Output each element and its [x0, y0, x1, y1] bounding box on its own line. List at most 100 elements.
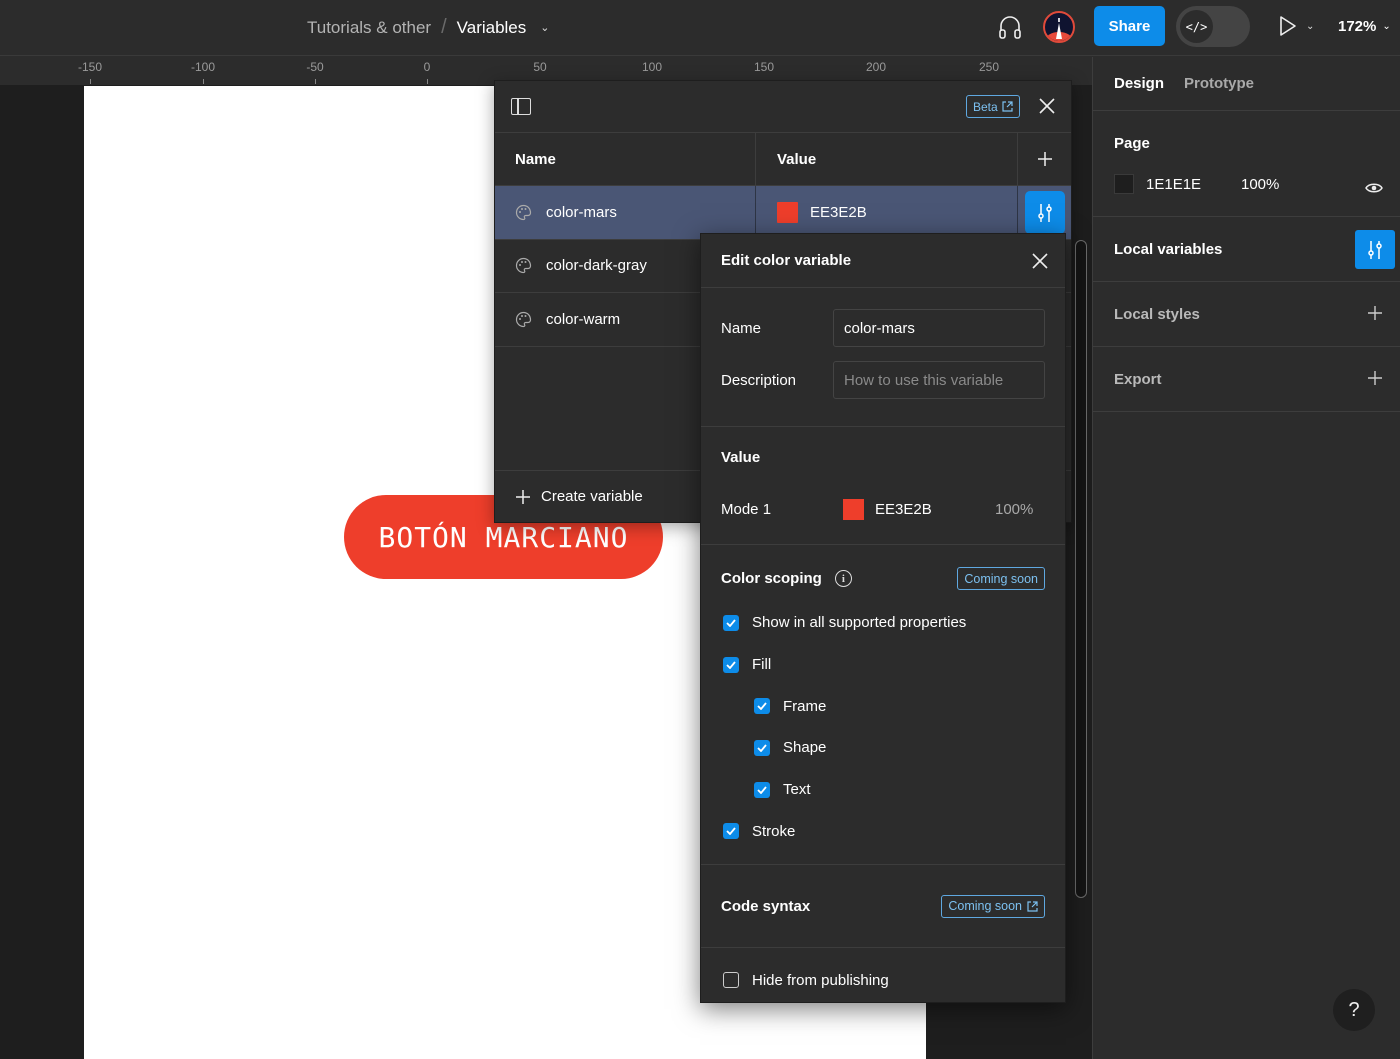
coming-soon-label: Coming soon	[948, 899, 1022, 914]
ruler-tick: -100	[190, 60, 216, 74]
create-variable-label: Create variable	[541, 488, 643, 505]
checkbox-checked[interactable]	[754, 698, 770, 715]
panel-tabs: Design Prototype	[1093, 57, 1400, 111]
sliders-icon	[1038, 203, 1052, 222]
scrollbar[interactable]	[1075, 240, 1087, 898]
value-section-title: Value	[721, 449, 761, 466]
local-styles-section: Local styles	[1093, 282, 1400, 347]
close-icon[interactable]	[1037, 96, 1057, 116]
close-icon[interactable]	[1030, 251, 1050, 271]
ruler-tick: 50	[533, 60, 547, 74]
checkbox-checked[interactable]	[723, 614, 739, 631]
color-scoping-title: Color scoping	[721, 570, 822, 587]
checkbox-checked[interactable]	[754, 739, 770, 756]
export-title: Export	[1114, 370, 1162, 388]
help-button[interactable]: ?	[1333, 989, 1375, 1031]
present-button[interactable]: ⌄	[1278, 15, 1314, 37]
variable-row[interactable]: color-mars EE3E2B	[495, 186, 1071, 240]
code-icon: </>	[1180, 10, 1213, 43]
info-icon[interactable]: i	[834, 570, 852, 587]
code-syntax-coming-soon-link[interactable]: Coming soon	[941, 894, 1045, 918]
page-color-swatch[interactable]	[1114, 174, 1134, 194]
export-section: Export	[1093, 347, 1400, 412]
palette-icon	[515, 311, 532, 327]
description-label: Description	[721, 371, 797, 389]
color-scoping-header: Color scoping i Coming soon	[701, 545, 1065, 590]
checkbox-checked[interactable]	[754, 781, 770, 798]
ruler-tick-mark	[427, 79, 428, 84]
share-button[interactable]: Share	[1094, 6, 1165, 46]
color-swatch[interactable]	[777, 201, 798, 223]
checkbox-label: Fill	[752, 656, 772, 674]
edit-variable-button[interactable]	[1025, 191, 1065, 234]
dev-mode-toggle[interactable]: </>	[1176, 6, 1250, 47]
checkbox-label: Text	[783, 781, 811, 799]
plus-icon[interactable]	[1366, 304, 1384, 322]
play-icon	[1280, 16, 1296, 36]
beta-badge[interactable]: Beta	[966, 95, 1020, 118]
page-color-opacity[interactable]: 100%	[1241, 176, 1279, 193]
breadcrumb: Tutorials & other / Variables ⌄	[307, 16, 550, 39]
mode-color-swatch[interactable]	[843, 498, 864, 520]
name-input[interactable]	[833, 309, 1045, 347]
sliders-icon	[1368, 240, 1382, 259]
checkbox-checked[interactable]	[723, 656, 739, 673]
variable-value[interactable]: EE3E2B	[810, 204, 867, 221]
dialog-title: Edit color variable	[721, 252, 852, 269]
checkbox-unchecked[interactable]	[723, 972, 739, 989]
scope-checkbox-fill[interactable]: Fill	[701, 644, 1065, 686]
zoom-dropdown[interactable]: 172% ⌄	[1338, 18, 1391, 35]
scope-checkbox-frame[interactable]: Frame	[701, 685, 1065, 727]
page-section-title: Page	[1114, 135, 1150, 152]
tab-design[interactable]: Design	[1114, 75, 1164, 92]
name-label: Name	[721, 319, 762, 337]
mode-label: Mode 1	[721, 500, 772, 518]
chevron-down-icon: ⌄	[1306, 20, 1315, 32]
scope-checkbox-all[interactable]: Show in all supported properties	[701, 602, 1065, 644]
scope-checkbox-text[interactable]: Text	[701, 769, 1065, 811]
ruler-tick: 0	[423, 60, 431, 74]
ruler-tick: -50	[306, 60, 324, 74]
plus-icon	[1037, 152, 1052, 166]
plus-icon[interactable]	[1366, 369, 1384, 387]
ruler-tick: 100	[641, 60, 663, 74]
chevron-down-icon[interactable]: ⌄	[540, 21, 549, 34]
description-input[interactable]	[833, 361, 1045, 399]
chevron-down-icon: ⌄	[1382, 21, 1391, 32]
ruler-tick: 150	[753, 60, 775, 74]
mode-hex-value[interactable]: EE3E2B	[875, 501, 995, 518]
page-section: Page 1E1E1E 100%	[1093, 111, 1400, 217]
code-syntax-title: Code syntax	[721, 897, 811, 915]
checkbox-label: Shape	[783, 739, 827, 757]
add-mode-button[interactable]	[1018, 133, 1071, 185]
edit-color-variable-dialog: Edit color variable Name Description Val…	[700, 233, 1066, 1003]
eye-icon[interactable]	[1365, 181, 1383, 195]
breadcrumb-project[interactable]: Tutorials & other	[307, 18, 431, 38]
ruler-tick: -150	[77, 60, 103, 74]
tab-prototype[interactable]: Prototype	[1184, 75, 1254, 92]
scope-checkbox-shape[interactable]: Shape	[701, 727, 1065, 769]
scope-checkbox-stroke[interactable]: Stroke	[701, 810, 1065, 852]
hide-from-publishing[interactable]: Hide from publishing	[701, 948, 1065, 1012]
ruler-tick-mark	[90, 79, 91, 84]
mode-opacity-value[interactable]: 100%	[995, 501, 1033, 518]
top-toolbar: Tutorials & other / Variables ⌄ Share </…	[0, 0, 1400, 56]
checkbox-label: Hide from publishing	[752, 971, 889, 989]
breadcrumb-separator: /	[441, 16, 447, 38]
ruler-tick-mark	[315, 79, 316, 84]
checkbox-label: Stroke	[752, 822, 796, 840]
beta-label: Beta	[973, 99, 998, 114]
variable-name: color-mars	[546, 203, 617, 221]
checkbox-checked[interactable]	[723, 823, 739, 840]
ruler-tick: 250	[978, 60, 1000, 74]
sidebar-toggle-icon[interactable]	[511, 98, 531, 115]
breadcrumb-file-name[interactable]: Variables	[457, 18, 527, 38]
zoom-value: 172%	[1338, 18, 1377, 35]
rocket-avatar-icon	[1045, 18, 1073, 41]
column-header-name: Name	[495, 133, 756, 185]
open-variables-button[interactable]	[1355, 230, 1395, 269]
variable-name: color-dark-gray	[546, 257, 647, 275]
headphones-icon[interactable]	[996, 13, 1024, 41]
user-avatar[interactable]	[1043, 11, 1075, 43]
page-color-hex[interactable]: 1E1E1E	[1146, 176, 1241, 193]
